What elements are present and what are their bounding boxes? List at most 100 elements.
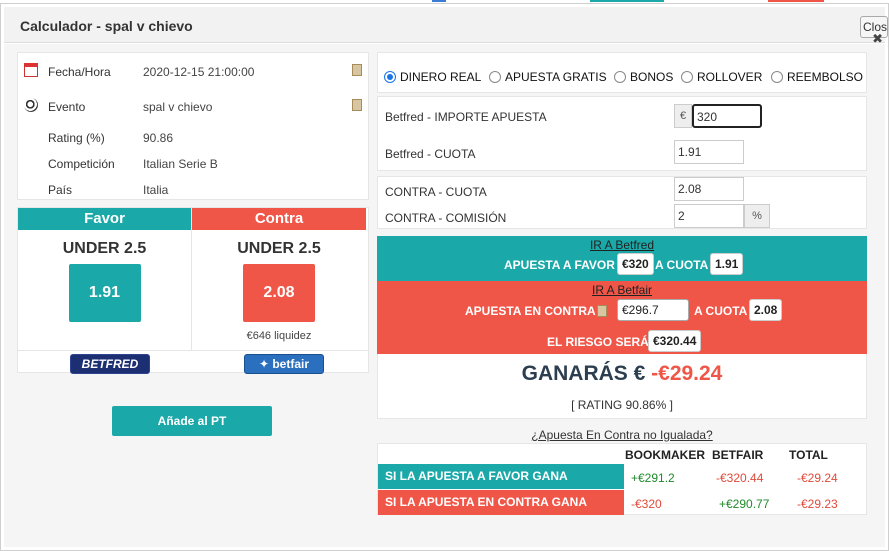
radio-apuesta-gratis[interactable]: APUESTA GRATIS — [489, 70, 607, 84]
contra-cuota-label: A CUOTA — [694, 304, 748, 318]
ganaras-label: GANARÁS € — [521, 362, 646, 385]
back-odds-label: Betfred - CUOTA — [385, 147, 476, 161]
back-bet-panel: Betfred - IMPORTE APUESTA € 320 Betfred … — [377, 96, 867, 171]
contra-odds[interactable]: 2.08 — [243, 264, 315, 322]
radio-selected-icon[interactable] — [384, 71, 396, 83]
stake-label: Betfred - IMPORTE APUESTA — [385, 110, 547, 124]
contra-column: Contra UNDER 2.5 2.08 €646 liquidez — [192, 208, 366, 350]
radio-rollover[interactable]: ROLLOVER — [681, 70, 762, 84]
lay-odds-input[interactable]: 2.08 — [674, 177, 744, 201]
fecha-label: Fecha/Hora — [48, 65, 111, 79]
competicion-value: Italian Serie B — [143, 157, 218, 171]
clipboard-icon[interactable] — [597, 305, 607, 317]
favor-cuota-label: A CUOTA — [655, 258, 709, 272]
contra-cuota: 2.08 — [749, 299, 783, 321]
favor-contra-panel: Favor UNDER 2.5 1.91 Contra UNDER 2.5 2.… — [17, 207, 369, 374]
dialog-titlebar: Calculador - spal v chievo Close ✖ — [4, 7, 888, 46]
radio-label: DINERO REAL — [400, 70, 482, 84]
row-favor-label: SI LA APUESTA A FAVOR GANA — [378, 464, 624, 489]
radio-label: BONOS — [630, 70, 674, 84]
radio-label: REEMBOLSO — [787, 70, 864, 84]
commission-label: CONTRA - COMISIÓN — [385, 211, 507, 225]
rating-value: 90.86 — [143, 131, 174, 145]
dialog-title: Calculador - spal v chievo — [20, 18, 193, 34]
evento-label: Evento — [48, 100, 86, 114]
contra-bet-label: APUESTA EN CONTRA — [465, 304, 596, 318]
info-row-evento: Evento spal v chievo — [18, 97, 368, 117]
pais-value: Italia — [143, 183, 169, 197]
favor-result-block: IR A Betfred APUESTA A FAVOR €320 A CUOT… — [377, 236, 867, 281]
favor-column: Favor UNDER 2.5 1.91 — [18, 208, 192, 350]
row-contra-label: SI LA APUESTA EN CONTRA GANA — [378, 490, 624, 515]
copy-icon[interactable] — [352, 64, 362, 76]
add-to-pt-button[interactable]: Añade al PT — [112, 406, 272, 436]
betfair-logo[interactable]: ✦ betfair — [244, 354, 324, 374]
row-contra-betfair: +€290.77 — [719, 497, 770, 511]
radio-label: APUESTA GRATIS — [505, 70, 607, 84]
riesgo-label: EL RIESGO SERÁ — [547, 335, 649, 349]
go-bookmaker-link[interactable]: IR A Betfred — [377, 238, 867, 252]
radio-reembolso[interactable]: REEMBOLSO — [771, 70, 863, 84]
rating-label: Rating (%) — [48, 131, 105, 145]
row-favor-bookmaker: +€291.2 — [631, 471, 675, 485]
not-matched-link[interactable]: ¿Apuesta En Contra no Igualada? — [377, 428, 867, 442]
radio-label: ROLLOVER — [697, 70, 763, 84]
row-favor-total: -€29.24 — [797, 471, 838, 485]
info-row-pais: País Italia — [18, 180, 368, 200]
bet-type-selector: DINERO REAL APUESTA GRATIS BONOS ROLLOVE… — [377, 52, 867, 93]
ganaras-value: -€29.24 — [651, 362, 723, 385]
favor-amount: €320 — [617, 253, 654, 275]
competicion-label: Competición — [48, 157, 115, 171]
lay-odds-label: CONTRA - CUOTA — [385, 185, 487, 199]
favor-bet-label: APUESTA A FAVOR — [504, 258, 615, 272]
betfred-logo[interactable]: BETFRED — [70, 354, 150, 374]
lay-bet-panel: CONTRA - CUOTA 2.08 CONTRA - COMISIÓN 2 … — [377, 176, 867, 229]
betfair-logo-text: betfair — [272, 357, 310, 371]
contra-amount[interactable]: €296.7 — [617, 299, 689, 321]
event-info-panel: Fecha/Hora 2020-12-15 21:00:00 Evento sp… — [17, 52, 369, 200]
row-contra-bookmaker: -€320 — [631, 497, 662, 511]
logos-row: BETFRED ✦ betfair — [18, 350, 368, 374]
commission-input[interactable]: 2 — [674, 204, 744, 228]
radio-dinero-real[interactable]: DINERO REAL — [384, 70, 481, 84]
riesgo-amount: €320.44 — [648, 330, 702, 352]
profit-line: GANARÁS € -€29.24 — [378, 362, 866, 386]
favor-odds[interactable]: 1.91 — [68, 264, 141, 322]
radio-icon[interactable] — [771, 71, 783, 83]
favor-cuota: 1.91 — [710, 253, 744, 275]
col-header-bookmaker: BOOKMAKER — [625, 448, 705, 462]
soccer-ball-icon — [24, 98, 38, 112]
commission-unit: % — [744, 204, 770, 228]
contra-result-block: IR A Betfair APUESTA EN CONTRA €296.7 A … — [377, 281, 867, 354]
radio-icon[interactable] — [489, 71, 501, 83]
copy-icon[interactable] — [352, 99, 362, 111]
row-favor-betfair: -€320.44 — [716, 471, 764, 485]
col-header-betfair: BETFAIR — [712, 448, 764, 462]
calculator-dialog: Calculador - spal v chievo Close ✖ Fecha… — [0, 3, 889, 551]
rating-summary: [ RATING 90.86% ] — [571, 398, 673, 412]
favor-header: Favor — [18, 208, 191, 230]
stake-input[interactable]: 320 — [692, 104, 762, 128]
favor-selection: UNDER 2.5 — [62, 240, 147, 257]
radio-bonos[interactable]: BONOS — [614, 70, 673, 84]
info-row-competicion: Competición Italian Serie B — [18, 154, 368, 174]
evento-value: spal v chievo — [143, 100, 213, 114]
radio-icon[interactable] — [681, 71, 693, 83]
info-row-fecha: Fecha/Hora 2020-12-15 21:00:00 — [18, 62, 368, 82]
dialog-content: Fecha/Hora 2020-12-15 21:00:00 Evento sp… — [4, 44, 885, 547]
radio-icon[interactable] — [614, 71, 626, 83]
go-exchange-link[interactable]: IR A Betfair — [377, 283, 867, 297]
col-header-total: TOTAL — [789, 448, 828, 462]
outcome-table: BOOKMAKER BETFAIR TOTAL SI LA APUESTA A … — [377, 443, 867, 515]
row-contra-total: -€29.23 — [797, 497, 838, 511]
profit-panel: GANARÁS € -€29.24 [ RATING 90.86% ] — [377, 354, 867, 419]
liquidity-text: €646 liquidez — [246, 330, 312, 342]
stake-currency: € — [674, 104, 692, 128]
back-odds-input[interactable]: 1.91 — [674, 140, 744, 164]
fecha-value: 2020-12-15 21:00:00 — [143, 65, 255, 79]
contra-selection: UNDER 2.5 — [237, 240, 321, 257]
calendar-icon — [24, 63, 38, 77]
contra-header: Contra — [192, 208, 366, 230]
info-row-rating: Rating (%) 90.86 — [18, 128, 368, 148]
pais-label: País — [48, 183, 73, 197]
